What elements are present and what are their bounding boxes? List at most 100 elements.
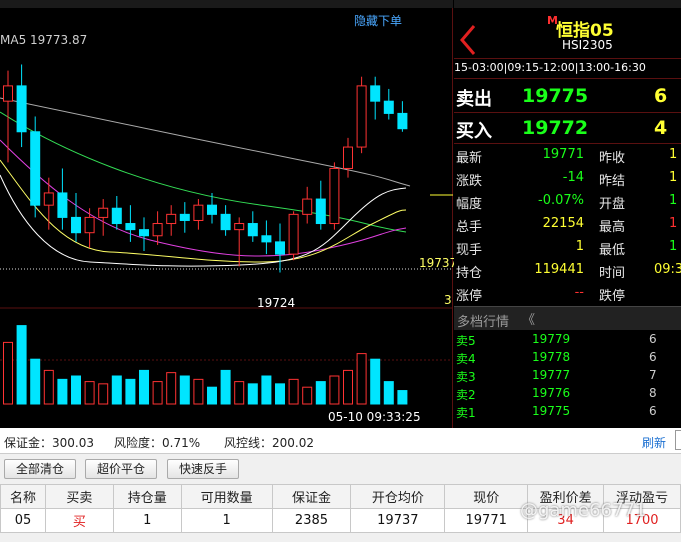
col-header[interactable]: 买卖 [44,484,114,509]
buy-row[interactable]: 买入 19772 4 [454,113,681,143]
stat-label: 昨收 [599,151,626,166]
candle-body [329,167,340,225]
volume-bar [71,375,81,405]
depth-row[interactable]: 卖4 19778 6 [454,349,681,367]
stat-label: 总手 [456,220,483,235]
volume-bar [166,372,177,405]
depth-row[interactable]: 卖2 19776 8 [454,385,681,403]
volume-bar [288,378,299,405]
depth-price: 19779 [532,332,571,346]
candle-body [288,213,299,255]
margin-text: 保证金：300.03 [4,436,94,450]
candle-body [370,85,381,102]
volume-bar [193,378,204,405]
stat-row: 最新 19771 昨收 1 [454,144,681,167]
candle-body [3,85,13,102]
depth-level: 卖3 [456,370,476,384]
volume-bar [247,383,258,405]
candle-body [247,223,258,237]
candle-body [98,207,109,218]
position-cell-name: 05 [0,508,46,533]
candles-group [3,64,408,273]
position-cell-available: 1 [180,508,273,533]
depth-qty: 6 [649,404,657,418]
quote-panel: M 恒指05 HSI2305 15-03:00|09:15-12:00|13:0… [454,0,681,428]
volume-bar [220,369,231,405]
depth-price: 19777 [532,368,571,382]
last-price-tag: 19737 [419,256,458,270]
volume-bar [207,386,217,405]
candle-body [71,216,81,234]
depth-level: 卖5 [456,334,476,348]
quick-reverse-button[interactable]: 快速反手 [167,459,239,479]
stat-label: 最新 [456,151,483,166]
col-header[interactable]: 开仓均价 [350,484,446,509]
back-arrow-icon[interactable] [458,24,478,59]
depth-row[interactable]: 卖3 19777 7 [454,367,681,385]
depth-row[interactable]: 卖5 19779 6 [454,331,681,349]
stat-label: 开盘 [599,197,626,212]
stat-value: 1 [669,147,678,162]
candle-body [234,223,245,231]
volume-bar [356,353,367,405]
depth-header[interactable]: 多档行情 《 [454,306,681,330]
low-price-label: 19724 [257,296,296,310]
close-over-price-button[interactable]: 超价平仓 [85,459,157,479]
volume-bar [329,375,340,405]
risk-line-text: 风控线：200.02 [224,436,314,450]
contract-code: HSI2305 [562,38,613,52]
col-header[interactable]: 持仓量 [112,484,182,509]
position-cell-last: 19771 [444,508,529,533]
volume-bar [370,358,381,405]
col-header[interactable]: 现价 [444,484,529,509]
volume-bar [57,378,68,405]
stat-value: 22154 [542,216,584,231]
candle-body [261,235,272,243]
candle-body [43,192,54,206]
volume-bar [275,383,285,405]
risk-text: 风险度：0.71% [114,436,201,450]
close-all-button[interactable]: 全部清仓 [4,459,76,479]
candle-body [139,229,149,237]
kline-svg [0,64,453,405]
stat-value: 1 [669,216,678,231]
account-summary: 保证金：300.03 风险度：0.71% 风控线：200.02 刷新 [0,428,681,454]
depth-qty: 6 [649,332,657,346]
position-cell-qty: 1 [112,508,182,533]
stat-row: 涨停 -- 跌停 [454,282,681,305]
stat-label: 最低 [599,243,626,258]
depth-qty: 6 [649,350,657,364]
refresh-box[interactable] [675,430,681,450]
col-header[interactable]: 可用数量 [180,484,273,509]
stat-row: 涨跌 -14 昨结 1 [454,167,681,190]
volume-bar [139,369,149,405]
refresh-link[interactable]: 刷新 [642,434,666,451]
volume-bar [261,375,272,405]
expand-chevron-icon[interactable]: 《 [522,309,535,328]
stat-value: 19771 [542,147,584,162]
stat-label: 涨停 [456,289,483,304]
candle-body [302,198,313,215]
stat-value: 1 [669,170,678,185]
volume-bar [383,381,394,405]
sell-qty: 6 [654,85,668,107]
sell-row[interactable]: 卖出 19775 6 [454,80,681,112]
stat-value: 1 [669,193,678,208]
stat-value: 1 [669,239,678,254]
position-cell-open-avg: 19737 [350,508,446,533]
stat-row: 现手 1 最低 1 [454,236,681,259]
col-header[interactable]: 名称 [0,484,46,509]
depth-qty: 7 [649,368,657,382]
volume-bar [16,325,27,405]
kline-chart[interactable]: 隐藏下单 MA5 19773.87 19737 19724 3 05-10 09… [0,0,457,428]
candle-body [207,204,217,215]
col-header[interactable]: 保证金 [271,484,352,509]
account-panel: 保证金：300.03 风险度：0.71% 风控线：200.02 刷新 全部清仓 … [0,428,681,542]
depth-row[interactable]: 卖1 19775 6 [454,403,681,421]
stat-label: 最高 [599,220,626,235]
divider [454,78,681,79]
volume-bar [30,358,41,405]
depth-level: 卖4 [456,352,476,366]
stat-row: 总手 22154 最高 1 [454,213,681,236]
buy-qty: 4 [654,117,668,139]
